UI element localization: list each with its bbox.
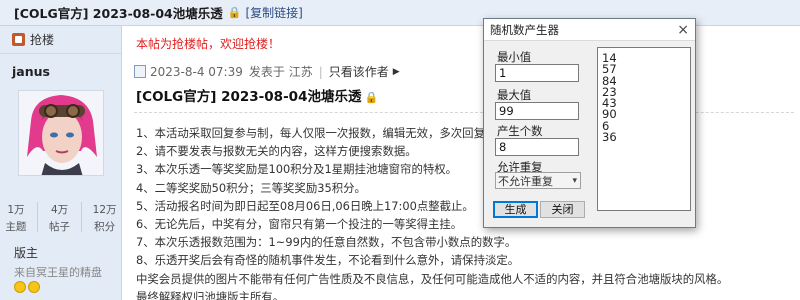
stat-value: 12万 bbox=[92, 204, 117, 216]
author-stats: 1万 主题 4万 帖子 12万 积分 bbox=[0, 202, 122, 236]
post-location: 发表于 江苏 bbox=[248, 65, 313, 79]
stat-posts[interactable]: 4万 帖子 bbox=[49, 202, 70, 236]
stat-divider bbox=[80, 202, 82, 232]
dialog-titlebar[interactable]: 随机数产生器 × bbox=[484, 19, 695, 41]
rule-line: 4、二等奖奖励50积分；三等奖奖励35积分。 bbox=[136, 180, 366, 195]
user-tagline: 来自冥王星的精盘 bbox=[14, 266, 102, 279]
stat-threads[interactable]: 1万 主题 bbox=[5, 202, 26, 236]
post-content: 本帖为抢楼帖，欢迎抢楼！ 2023-8-4 07:39 发表于 江苏 | 只看该… bbox=[122, 26, 800, 300]
stat-label: 帖子 bbox=[49, 221, 71, 233]
only-author-link[interactable]: 只看该作者 bbox=[329, 63, 389, 80]
dialog-title: 随机数产生器 bbox=[490, 22, 559, 37]
smiley-medal-icon bbox=[28, 281, 40, 293]
results-list[interactable]: 14 57 84 23 43 90 6 36 bbox=[597, 47, 691, 211]
min-input[interactable] bbox=[495, 64, 579, 82]
floor-icon bbox=[12, 33, 25, 46]
repeat-select-value: 不允许重复 bbox=[498, 174, 553, 188]
close-button[interactable]: 关闭 bbox=[540, 201, 585, 218]
rule-line: 中奖会员提供的图片不能带有任何广告性质及不良信息，及任何可能造成他人不适的内容，… bbox=[136, 271, 729, 286]
user-role: 版主 bbox=[14, 246, 39, 260]
chevron-down-icon: ▾ bbox=[572, 175, 577, 186]
count-input[interactable] bbox=[495, 138, 579, 156]
author-sidebar: 抢楼 janus 1万 主题 4万 帖子 12万 积分 版主 来自冥王星的精盘 bbox=[0, 26, 122, 300]
post-icon bbox=[134, 65, 146, 78]
close-icon[interactable]: × bbox=[677, 23, 689, 37]
floor-label: 抢楼 bbox=[30, 33, 55, 47]
min-label: 最小值 bbox=[497, 50, 532, 64]
caret-right-icon: ▶ bbox=[392, 66, 400, 77]
stat-value: 4万 bbox=[50, 204, 69, 216]
smiley-medal-icon bbox=[14, 281, 26, 293]
stat-value: 1万 bbox=[7, 204, 25, 216]
random-number-dialog: 随机数产生器 × 最小值 最大值 产生个数 允许重复 不允许重复 ▾ 生成 关闭… bbox=[483, 18, 696, 228]
max-input[interactable] bbox=[495, 102, 579, 120]
post-title: [COLG官方] 2023-08-04池塘乐透 🔒 bbox=[136, 89, 379, 105]
floor-bar: 抢楼 bbox=[0, 26, 121, 54]
stat-divider bbox=[37, 202, 39, 232]
repeat-select[interactable]: 不允许重复 ▾ bbox=[495, 172, 581, 189]
stat-label: 主题 bbox=[5, 221, 27, 233]
meta-separator: | bbox=[318, 64, 323, 79]
result-item: 90 bbox=[602, 107, 617, 122]
rule-line: 2、请不要发表与报数无关的内容，这样方便搜索数据。 bbox=[136, 144, 417, 159]
author-username[interactable]: janus bbox=[0, 54, 121, 79]
lock-icon: 🔒 bbox=[227, 6, 242, 19]
stat-points[interactable]: 12万 积分 bbox=[93, 202, 117, 236]
count-label: 产生个数 bbox=[497, 124, 543, 138]
stat-label: 积分 bbox=[94, 221, 116, 233]
rule-line: 8、乐透开奖后会有奇怪的随机事件发生，不论看到什么意外，请保持淡定。 bbox=[136, 253, 520, 268]
post-meta: 2023-8-4 07:39 发表于 江苏 | 只看该作者 ▶ bbox=[134, 63, 400, 80]
rule-line: 最终解释权归池塘版主所有。 bbox=[136, 289, 285, 300]
max-label: 最大值 bbox=[497, 88, 532, 102]
post-body: 1、本活动采取回复参与制，每人仅限一次报数，编辑无效，多次回复无效。 2、请不要… bbox=[136, 124, 796, 300]
rule-line: 7、本次乐透报数范围为：1~99内的任意自然数，不包含带小数点的数字。 bbox=[136, 235, 517, 250]
result-item: 36 bbox=[602, 130, 617, 145]
rule-line: 1、本活动采取回复参与制，每人仅限一次报数，编辑无效，多次回复无效。 bbox=[136, 126, 520, 140]
copy-link[interactable]: [复制链接] bbox=[245, 4, 302, 21]
rush-floor-notice: 本帖为抢楼帖，欢迎抢楼！ bbox=[136, 37, 281, 51]
rule-line: 6、无论先后，中奖有分，窗帘只有第一个投注的一等奖得主挂。 bbox=[136, 217, 463, 232]
lock-icon: 🔒 bbox=[364, 91, 379, 104]
generate-button[interactable]: 生成 bbox=[493, 201, 538, 218]
medal-row bbox=[14, 281, 40, 293]
page-title: [COLG官方] 2023-08-04池塘乐透 bbox=[14, 6, 223, 21]
avatar[interactable] bbox=[18, 90, 104, 176]
rule-line: 3、本次乐透一等奖奖励是100积分及1星期挂池塘窗帘的特权。 bbox=[136, 162, 458, 177]
post-datetime: 2023-8-4 07:39 bbox=[150, 64, 243, 79]
rule-line: 5、活动报名时间为即日起至08月06日,06日晚上17:00点整截止。 bbox=[136, 198, 474, 213]
